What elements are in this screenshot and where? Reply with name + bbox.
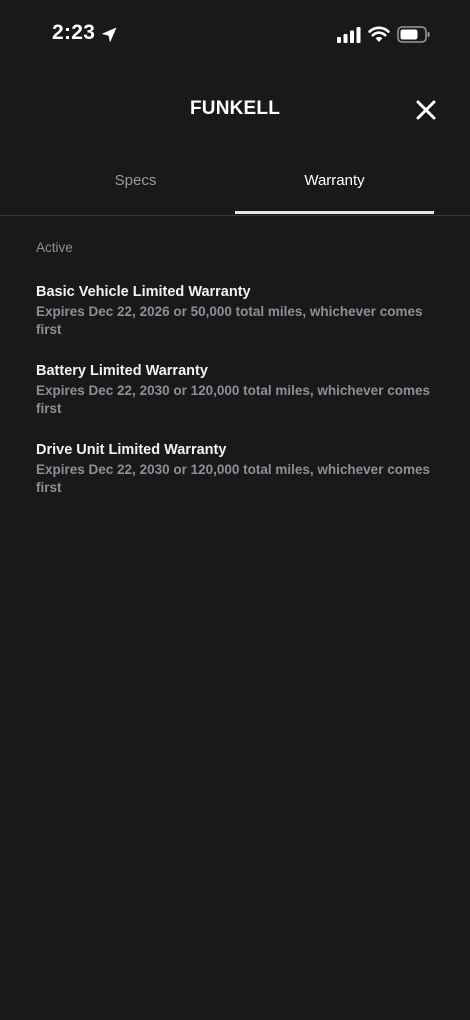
tab-specs[interactable]: Specs xyxy=(36,160,235,216)
tab-bar: Specs Warranty xyxy=(0,160,470,216)
warranty-description: Expires Dec 22, 2030 or 120,000 total mi… xyxy=(36,383,430,416)
tab-warranty[interactable]: Warranty xyxy=(235,160,434,216)
active-tab-indicator xyxy=(235,211,434,214)
warranty-description: Expires Dec 22, 2026 or 50,000 total mil… xyxy=(36,304,423,337)
list-item: Drive Unit Limited Warranty Expires Dec … xyxy=(36,441,436,495)
close-button[interactable] xyxy=(410,94,442,126)
cellular-signal-icon xyxy=(337,27,361,43)
close-icon xyxy=(416,100,436,120)
battery-icon xyxy=(397,26,430,43)
warranty-list: Basic Vehicle Limited Warranty Expires D… xyxy=(36,283,436,520)
warranty-title: Battery Limited Warranty xyxy=(36,363,208,379)
warranty-title: Basic Vehicle Limited Warranty xyxy=(36,284,251,300)
warranty-description: Expires Dec 22, 2030 or 120,000 total mi… xyxy=(36,462,430,495)
page-title: FUNKELL xyxy=(189,98,281,119)
status-bar: 2:23 xyxy=(0,0,470,70)
location-arrow-icon xyxy=(101,27,117,43)
wifi-icon xyxy=(368,26,390,42)
list-item: Battery Limited Warranty Expires Dec 22,… xyxy=(36,362,436,416)
list-item: Basic Vehicle Limited Warranty Expires D… xyxy=(36,283,436,337)
section-label-active: Active xyxy=(36,240,73,255)
warranty-title: Drive Unit Limited Warranty xyxy=(36,442,227,458)
status-time: 2:23 xyxy=(52,21,96,44)
